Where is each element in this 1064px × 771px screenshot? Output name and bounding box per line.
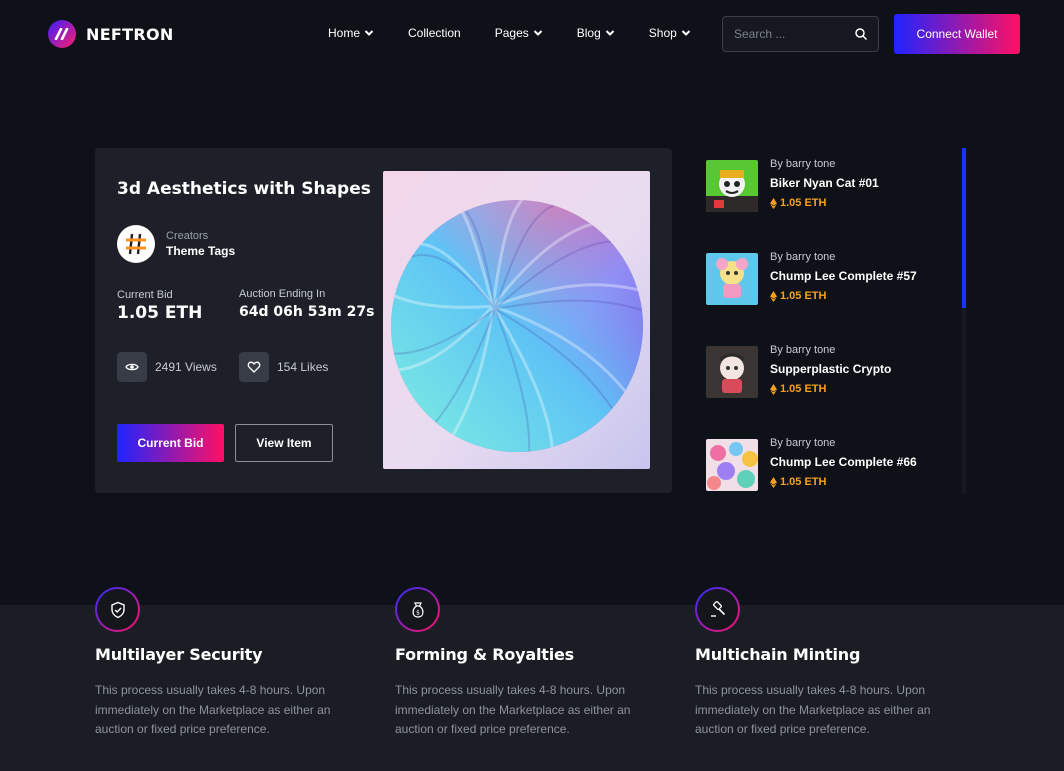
auction-ending-label: Auction Ending In <box>239 288 326 300</box>
item-price-value: 1.05 ETH <box>780 383 827 395</box>
feature-title: Forming & Royalties <box>395 645 574 664</box>
item-author[interactable]: By barry tone <box>770 437 835 449</box>
auction-countdown: 64d 06h 53m 27s <box>239 304 375 320</box>
feature-description: This process usually takes 4-8 hours. Up… <box>695 683 931 736</box>
featured-title: 3d Aesthetics with Shapes <box>117 179 371 199</box>
item-price-value: 1.05 ETH <box>780 290 827 302</box>
feature-title: Multichain Minting <box>695 645 861 664</box>
item-thumbnail[interactable] <box>706 439 758 491</box>
nav-label: Shop <box>648 26 677 40</box>
money-bag-icon: $ <box>411 601 424 618</box>
list-scrollbar-thumb[interactable] <box>962 148 966 308</box>
list-item[interactable]: By barry tone Chump Lee Complete #57 1.0… <box>706 241 946 311</box>
nav-item-collection[interactable]: Collection <box>408 26 461 40</box>
item-name[interactable]: Chump Lee Complete #57 <box>770 269 917 283</box>
item-price: 1.05 ETH <box>770 476 826 488</box>
search-input[interactable] <box>734 27 854 41</box>
feature-icon-ring: $ <box>395 587 440 632</box>
site-header: NEFTRON Home Collection Pages Blog Shop … <box>0 0 1064 68</box>
item-price-value: 1.05 ETH <box>780 476 827 488</box>
list-item[interactable]: By barry tone Biker Nyan Cat #01 1.05 ET… <box>706 148 946 218</box>
nav-label: Collection <box>408 26 461 40</box>
ethereum-icon <box>770 476 777 488</box>
connect-wallet-button[interactable]: Connect Wallet <box>894 14 1020 54</box>
nav-item-blog[interactable]: Blog <box>577 26 615 40</box>
views-stat: 2491 Views <box>117 352 217 382</box>
brand-logo[interactable]: NEFTRON <box>48 20 174 48</box>
search-icon[interactable] <box>854 27 868 41</box>
hash-logo-icon <box>126 233 146 255</box>
current-bid-button[interactable]: Current Bid <box>117 424 224 462</box>
item-price-value: 1.05 ETH <box>780 197 827 209</box>
chevron-down-icon <box>605 30 614 36</box>
nav-item-home[interactable]: Home <box>328 26 374 40</box>
eye-icon[interactable] <box>117 352 147 382</box>
feature-royalties: $ Forming & Royalties This process usual… <box>395 587 665 740</box>
ethereum-icon <box>770 383 777 395</box>
item-price: 1.05 ETH <box>770 383 826 395</box>
item-author[interactable]: By barry tone <box>770 251 835 263</box>
feature-description: This process usually takes 4-8 hours. Up… <box>395 683 631 736</box>
shield-check-icon <box>110 601 125 618</box>
feature-description: This process usually takes 4-8 hours. Up… <box>95 683 331 736</box>
nav-item-pages[interactable]: Pages <box>495 26 543 40</box>
list-item[interactable]: By barry tone Chump Lee Complete #66 1.0… <box>706 427 946 497</box>
search-box <box>722 16 879 52</box>
feature-title: Multilayer Security <box>95 645 263 664</box>
likes-count: 154 Likes <box>277 360 329 374</box>
feature-security: Multilayer Security This process usually… <box>95 587 365 740</box>
item-author[interactable]: By barry tone <box>770 344 835 356</box>
chevron-down-icon <box>533 30 542 36</box>
view-item-button[interactable]: View Item <box>235 424 333 462</box>
chevron-down-icon <box>681 30 691 36</box>
item-price: 1.05 ETH <box>770 290 826 302</box>
current-bid-label: Current Bid <box>117 289 173 301</box>
logo-mark-icon <box>48 20 76 48</box>
creator-name: Theme Tags <box>166 244 236 258</box>
avatar <box>117 225 155 263</box>
list-scrollbar[interactable] <box>962 148 966 493</box>
ethereum-icon <box>770 290 777 302</box>
nav-item-shop[interactable]: Shop <box>649 26 691 40</box>
feature-minting: Multichain Minting This process usually … <box>695 587 965 740</box>
item-thumbnail[interactable] <box>706 346 758 398</box>
brand-name: NEFTRON <box>86 24 174 44</box>
feature-icon-ring <box>695 587 740 632</box>
nav-label: Pages <box>494 26 529 40</box>
current-bid-value: 1.05 ETH <box>117 303 203 323</box>
item-name[interactable]: Chump Lee Complete #66 <box>770 455 917 469</box>
chevron-down-icon <box>364 30 374 36</box>
main-nav: Home Collection Pages Blog Shop <box>328 26 725 40</box>
heart-icon[interactable] <box>239 352 269 382</box>
featured-auction-card: 3d Aesthetics with Shapes Creators Theme… <box>95 148 672 493</box>
nav-label: Home <box>328 26 361 40</box>
ethereum-icon <box>770 197 777 209</box>
item-price: 1.05 ETH <box>770 197 826 209</box>
item-name[interactable]: Biker Nyan Cat #01 <box>770 176 879 190</box>
gavel-icon <box>710 600 725 617</box>
feature-icon-ring <box>95 587 140 632</box>
creator-info[interactable]: Creators Theme Tags <box>117 225 235 263</box>
item-name[interactable]: Supperplastic Crypto <box>770 362 891 376</box>
svg-text:$: $ <box>416 609 420 616</box>
creator-label: Creators <box>166 230 209 242</box>
views-count: 2491 Views <box>155 360 217 374</box>
likes-stat: 154 Likes <box>239 352 328 382</box>
item-thumbnail[interactable] <box>706 160 758 212</box>
item-author[interactable]: By barry tone <box>770 158 835 170</box>
featured-artwork-image[interactable] <box>383 171 650 469</box>
list-item[interactable]: By barry tone Supperplastic Crypto 1.05 … <box>706 334 946 404</box>
nav-label: Blog <box>576 26 601 40</box>
item-thumbnail[interactable] <box>706 253 758 305</box>
